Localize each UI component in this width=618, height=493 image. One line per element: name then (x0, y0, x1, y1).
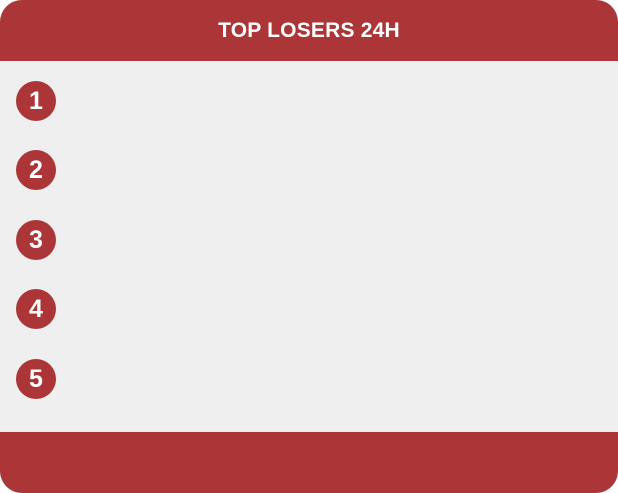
rank-badge: 3 (16, 220, 56, 260)
top-losers-widget: TOP LOSERS 24H 1 2 3 4 5 (0, 0, 618, 493)
rank-badge: 5 (16, 359, 56, 399)
widget-header: TOP LOSERS 24H (0, 0, 618, 61)
widget-title: TOP LOSERS 24H (218, 18, 400, 42)
list-item: 5 (16, 359, 596, 399)
rank-badge: 1 (16, 81, 56, 121)
widget-footer (0, 432, 618, 493)
rank-badge: 2 (16, 150, 56, 190)
list-item: 3 (16, 220, 596, 260)
rank-badge: 4 (16, 289, 56, 329)
losers-list: 1 2 3 4 5 (0, 61, 618, 432)
list-item: 2 (16, 150, 596, 190)
list-item: 4 (16, 289, 596, 329)
list-item: 1 (16, 81, 596, 121)
